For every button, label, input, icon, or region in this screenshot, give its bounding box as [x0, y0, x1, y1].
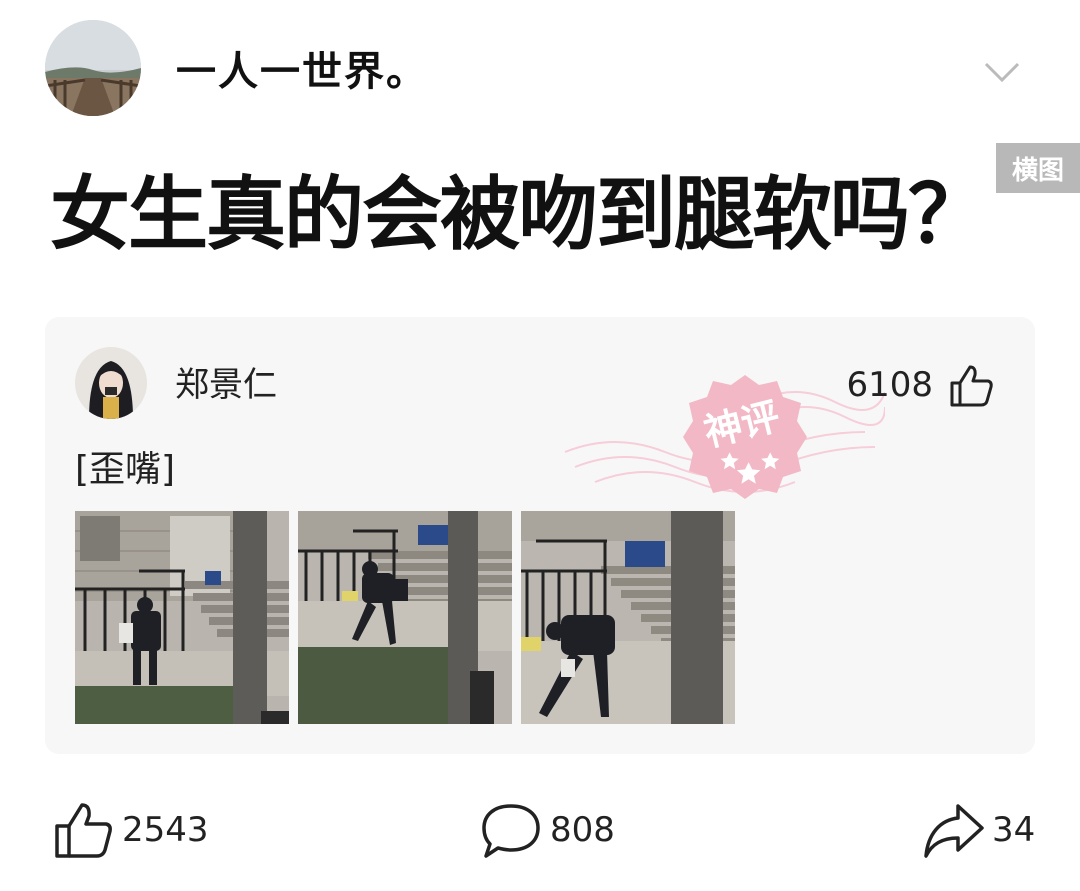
commenter-name[interactable]: 郑景仁: [175, 363, 277, 407]
post-title[interactable]: 女生真的会被吻到腿软吗？: [50, 160, 1080, 270]
share-button[interactable]: 34: [922, 800, 1035, 860]
share-count: 34: [992, 810, 1036, 850]
share-arrow-icon: [924, 804, 984, 858]
comment-text: [歪嘴]: [75, 449, 176, 490]
comment-photo-2[interactable]: [298, 511, 512, 724]
post-action-bar: 2543 808 34: [0, 790, 1080, 880]
chevron-down-icon[interactable]: [982, 52, 1022, 92]
comment-count: 808: [550, 810, 615, 850]
comment-photo-3[interactable]: [521, 511, 735, 724]
post-header: 一人一世界。: [0, 0, 1080, 140]
like-button[interactable]: 2543: [52, 800, 209, 860]
thumbs-up-icon[interactable]: [948, 363, 994, 407]
author-name[interactable]: 一人一世界。: [176, 46, 428, 98]
comment-photo-1[interactable]: [75, 511, 289, 724]
god-comment-stamp: 神评: [555, 362, 886, 512]
comment-like-count[interactable]: 6108: [846, 363, 933, 407]
comment-bubble-icon: [482, 804, 540, 858]
top-comment-card[interactable]: 郑景仁 神评 6108 [歪嘴]: [45, 317, 1035, 754]
author-avatar[interactable]: [45, 20, 141, 116]
commenter-avatar[interactable]: [75, 347, 147, 419]
like-count: 2543: [122, 810, 209, 850]
thumbs-up-icon: [55, 803, 112, 858]
comment-button[interactable]: 808: [480, 800, 615, 860]
